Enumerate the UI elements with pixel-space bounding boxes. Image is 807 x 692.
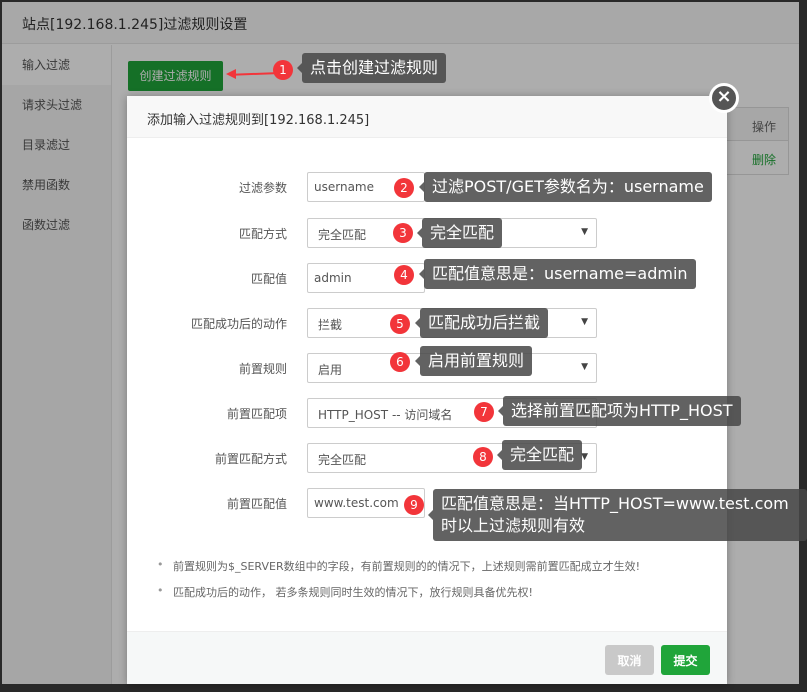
help-note: 匹配成功后的动作， 若多条规则同时生效的情况下，放行规则具备优先权!	[157, 584, 640, 600]
field-label: 过滤参数	[238, 181, 287, 195]
annotation-note-1: 点击创建过滤规则	[296, 53, 447, 83]
select-value: 完全匹配	[318, 228, 367, 242]
annotation-note-7: 选择前置匹配项为HTTP_HOST	[498, 396, 741, 426]
field-label: 前置匹配项	[226, 407, 287, 421]
select-value: HTTP_HOST -- 访问域名	[318, 408, 453, 422]
annotation-note-8: 完全匹配	[496, 440, 583, 470]
annotation-badge-4: 4	[394, 265, 414, 285]
field-label: 匹配值	[250, 272, 287, 286]
annotation-badge-2: 2	[394, 178, 414, 198]
chevron-down-icon: ▼	[581, 227, 588, 237]
arrow-head-icon	[226, 69, 236, 79]
select-value: 启用	[318, 363, 343, 377]
annotation-badge-7: 7	[474, 402, 494, 422]
submit-button[interactable]: 提交	[661, 645, 710, 675]
dialog-title: 添加输入过滤规则到[192.168.1.245]	[127, 96, 727, 138]
cancel-button[interactable]: 取消	[605, 645, 654, 675]
annotation-badge-8: 8	[473, 447, 493, 467]
help-note: 前置规则为$_SERVER数组中的字段，有前置规则的的情况下，上述规则需前置匹配…	[157, 558, 640, 574]
annotation-note-6: 启用前置规则	[414, 346, 533, 376]
annotation-note-4: 匹配值意思是：username=admin	[419, 259, 696, 289]
field-label: 匹配方式	[238, 227, 287, 241]
annotation-note-3: 完全匹配	[416, 218, 503, 248]
help-notes: 前置规则为$_SERVER数组中的字段，有前置规则的的情况下，上述规则需前置匹配…	[157, 558, 640, 610]
annotation-note-9: 匹配值意思是：当HTTP_HOST=www.test.com时以上过滤规则有效	[428, 489, 807, 541]
chevron-down-icon: ▼	[581, 317, 588, 327]
annotation-badge-3: 3	[393, 223, 413, 243]
select-value: 完全匹配	[318, 453, 367, 467]
field-label: 前置匹配方式	[214, 452, 287, 466]
annotation-badge-6: 6	[390, 352, 410, 372]
dialog-footer: 取消 提交	[127, 631, 727, 684]
annotation-badge-5: 5	[390, 314, 410, 334]
field-label: 前置匹配值	[226, 497, 287, 511]
field-label: 前置规则	[238, 362, 287, 376]
chevron-down-icon: ▼	[581, 452, 588, 462]
form-row-pre-match-mode: 前置匹配方式 完全匹配 ▼	[127, 443, 727, 473]
annotation-note-5: 匹配成功后拦截	[414, 308, 549, 338]
select-value: 拦截	[318, 318, 343, 332]
chevron-down-icon: ▼	[581, 362, 588, 372]
close-icon[interactable]: ×	[709, 83, 739, 113]
screen: 站点[192.168.1.245]过滤规则设置 输入过滤 请求头过滤 目录滤过 …	[0, 0, 807, 692]
annotation-note-2: 过滤POST/GET参数名为：username	[419, 172, 712, 202]
annotation-badge-1: 1	[273, 60, 293, 80]
annotation-badge-9: 9	[404, 495, 424, 515]
field-label: 匹配成功后的动作	[190, 317, 287, 331]
